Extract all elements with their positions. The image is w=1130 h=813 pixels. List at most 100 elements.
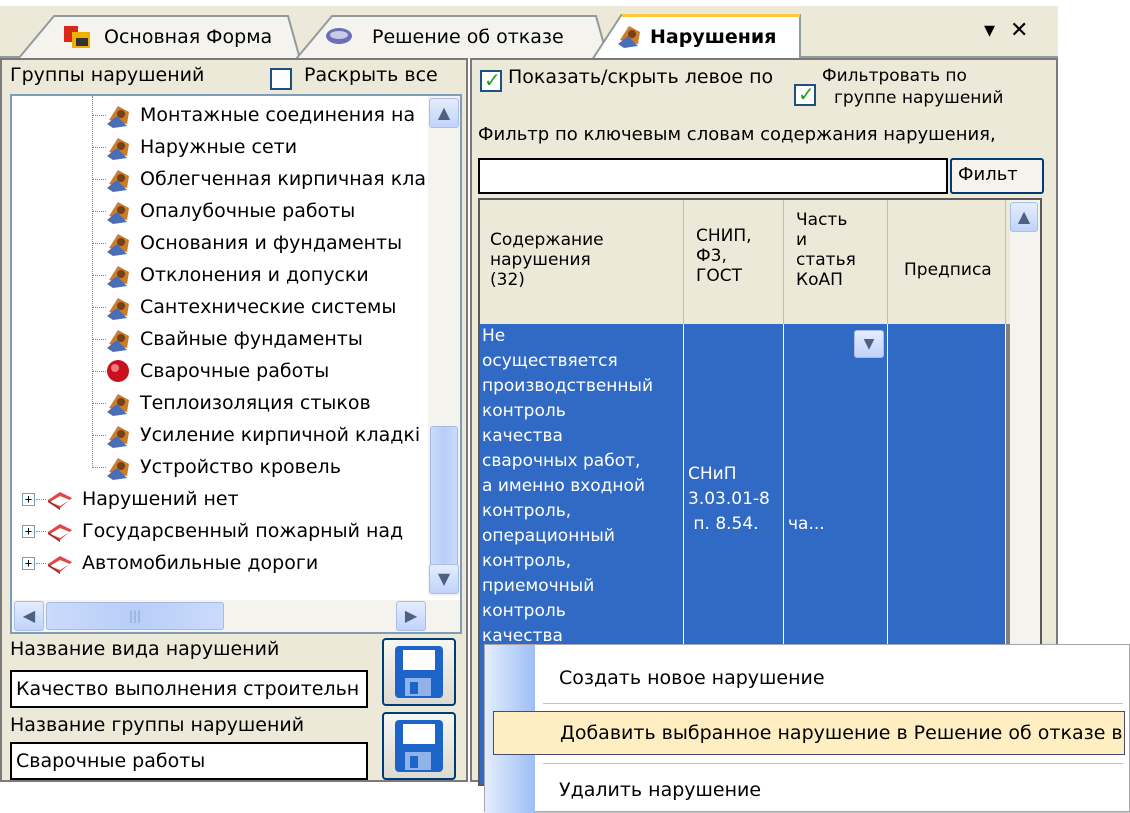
violation-group-icon <box>104 422 132 448</box>
cell-text-line: приемочный <box>482 576 595 596</box>
menu-separator <box>543 763 1123 764</box>
save-violation-group-button[interactable] <box>382 712 456 780</box>
tree-horizontal-scroll-thumb[interactable]: ||| <box>46 602 224 630</box>
violation-icon <box>614 22 644 50</box>
tree-item-label: Основания и фундаменты <box>140 232 403 254</box>
left-panel: Группы нарушений Раскрыть все Монтажные … <box>0 58 468 782</box>
cell-text-line: качества <box>482 426 563 446</box>
expand-all-label[interactable]: Раскрыть все <box>304 64 438 86</box>
column-header-label: ГОСТ <box>696 266 743 286</box>
scroll-up-icon[interactable]: ▲ <box>429 98 459 128</box>
tab-refusal-decision-label: Решение об отказе <box>372 26 564 48</box>
cell-text-line: осуществяется <box>482 351 618 371</box>
main-form-icon <box>62 22 92 50</box>
tab-strip: Основная Форма Решение об отказе Нарушен… <box>0 0 1058 60</box>
tree-guide-line <box>36 531 46 532</box>
tree-vertical-scroll-thumb[interactable] <box>430 426 458 578</box>
tab-violations[interactable]: Нарушения <box>592 14 804 60</box>
show-hide-left-panel-checkbox[interactable]: ✓ <box>480 68 502 92</box>
book-icon <box>46 486 74 512</box>
tree-item[interactable]: Свайные фундаменты <box>12 324 426 356</box>
column-header-label: Часть <box>796 210 848 230</box>
violation-group-icon <box>104 198 132 224</box>
scroll-right-icon[interactable]: ▶ <box>396 601 426 631</box>
scroll-down-icon[interactable]: ▼ <box>429 564 459 594</box>
cell-text-line: 3.03.01-8 <box>688 489 770 509</box>
filter-by-group-checkbox[interactable]: ✓ <box>794 82 816 106</box>
cell-text-line: Не <box>482 326 506 346</box>
menu-item-add-to-refusal[interactable]: Добавить выбранное нарушение в Решение о… <box>493 711 1125 755</box>
filter-button[interactable]: Фильт <box>950 158 1044 194</box>
close-icon[interactable]: ✕ <box>1010 18 1028 43</box>
column-header-snip[interactable]: СНИП, Ф3, ГОСТ <box>684 200 784 324</box>
floppy-disk-icon <box>395 646 443 698</box>
violation-group-icon <box>104 262 132 288</box>
violation-groups-tree: Монтажные соединения на Наружные сети Обле… <box>10 94 462 634</box>
save-violation-type-button[interactable] <box>382 638 456 706</box>
tree-item[interactable]: Усиление кирпичной кладкі <box>12 420 426 452</box>
expand-plus-icon[interactable]: + <box>22 493 35 506</box>
context-menu: Создать новое нарушение Добавить выбранн… <box>484 644 1130 813</box>
keyword-filter-input[interactable] <box>478 158 948 194</box>
floppy-disk-icon <box>395 720 443 772</box>
scroll-up-icon[interactable]: ▲ <box>1010 202 1038 232</box>
keyword-filter-label: Фильтр по ключевым словам содержания нар… <box>478 124 996 145</box>
tab-main-form[interactable]: Основная Форма <box>18 14 318 60</box>
document-icon <box>324 22 354 50</box>
filter-by-group-label-line1[interactable]: Фильтровать по <box>822 66 967 86</box>
scroll-left-icon[interactable]: ◀ <box>14 601 44 631</box>
cell-text-line: операционный <box>482 526 615 546</box>
cell-text-line: контроль <box>482 401 566 421</box>
cell-text-line: СНиП <box>688 464 737 484</box>
tree-root-item[interactable]: + Автомобильные дороги <box>12 548 426 580</box>
violation-group-icon <box>104 102 132 128</box>
tree-item-label: Опалубочные работы <box>140 200 356 222</box>
tree-item-label: Усиление кирпичной кладкі <box>140 424 421 446</box>
column-header-content[interactable]: Содержание нарушения (32) <box>480 200 684 324</box>
filter-by-group-label-line2[interactable]: группе нарушений <box>834 88 1004 108</box>
column-header-label: Содержание <box>490 230 604 250</box>
tree-item[interactable]: Сантехнические системы <box>12 292 426 324</box>
expand-plus-icon[interactable]: + <box>22 557 35 570</box>
koap-dropdown-icon[interactable]: ▼ <box>854 330 884 358</box>
tree-root-label: Нарушений нет <box>82 488 239 510</box>
tree-item-label: Сварочные работы <box>140 360 330 382</box>
tree-item[interactable]: Сварочные работы <box>12 356 426 388</box>
tree-item-label: Облегченная кирпичная кла <box>140 168 427 190</box>
tab-list-dropdown-icon[interactable]: ▾ <box>984 18 995 43</box>
column-header-label: и <box>796 230 808 250</box>
tree-item-label: Свайные фундаменты <box>140 328 363 350</box>
menu-item-create-violation[interactable]: Создать новое нарушение <box>485 655 1130 701</box>
tree-item[interactable]: Монтажные соединения на <box>12 100 426 132</box>
tree-item[interactable]: Отклонения и допуски <box>12 260 426 292</box>
tree-item[interactable]: Устройство кровель <box>12 452 426 484</box>
violation-group-field[interactable]: Сварочные работы <box>10 742 368 780</box>
tree-root-item[interactable]: + Нарушений нет <box>12 484 426 516</box>
column-header-prescription[interactable]: Предписа <box>888 200 1006 324</box>
menu-item-delete-violation[interactable]: Удалить нарушение <box>485 767 1130 813</box>
column-header-label: (32) <box>490 270 525 290</box>
violation-type-field[interactable]: Качество выполнения строительн <box>10 670 368 708</box>
tree-item[interactable]: Наружные сети <box>12 132 426 164</box>
tree-item[interactable]: Опалубочные работы <box>12 196 426 228</box>
tree-item[interactable]: Основания и фундаменты <box>12 228 426 260</box>
book-icon <box>46 550 74 576</box>
tree-vertical-scrollbar[interactable]: ▲ ▼ <box>428 96 460 596</box>
violation-group-icon <box>104 326 132 352</box>
expand-all-checkbox[interactable] <box>270 68 292 90</box>
tree-item[interactable]: Облегченная кирпичная кла <box>12 164 426 196</box>
tree-guide-line <box>36 563 46 564</box>
column-header-label: статья <box>796 250 856 270</box>
show-hide-left-panel-label[interactable]: Показать/скрыть левое по <box>508 66 798 88</box>
tree-horizontal-scrollbar[interactable]: ◀ ||| ▶ <box>12 600 460 632</box>
tab-refusal-decision[interactable]: Решение об отказе <box>296 14 616 60</box>
tree-item[interactable]: Теплоизоляция стыков <box>12 388 426 420</box>
tree-root-label: Государсвенный пожарный над <box>82 520 404 542</box>
book-icon <box>46 518 74 544</box>
tree-root-item[interactable]: + Государсвенный пожарный над <box>12 516 426 548</box>
tree-item-label: Наружные сети <box>140 136 298 158</box>
column-header-koap[interactable]: Часть и статья КоАП <box>784 200 888 324</box>
violation-groups-label: Группы нарушений <box>10 64 205 86</box>
tree-item-label: Сантехнические системы <box>140 296 397 318</box>
expand-plus-icon[interactable]: + <box>22 525 35 538</box>
